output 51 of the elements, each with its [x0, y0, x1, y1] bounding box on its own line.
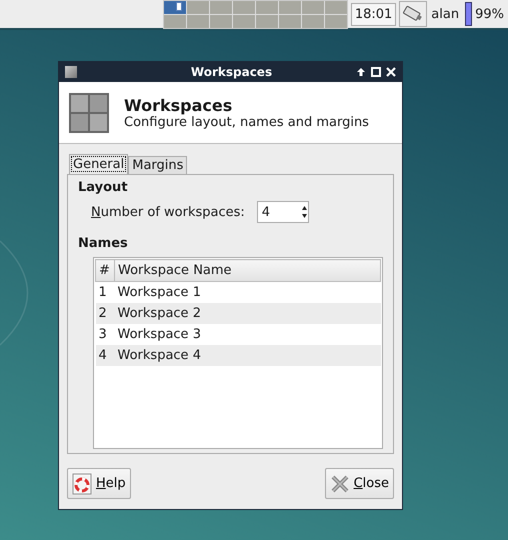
spin-field[interactable]: 4 [256, 201, 309, 223]
close-button[interactable]: Close [324, 468, 394, 499]
window-menu-icon[interactable] [65, 66, 77, 78]
table-cell: Workspace 4 [114, 345, 380, 366]
battery-meter [465, 2, 472, 26]
workspace-cell[interactable] [186, 0, 209, 14]
workspace-cell[interactable] [210, 0, 232, 14]
clock[interactable]: 18:01 [350, 2, 396, 26]
table-cell: 3 [96, 324, 114, 345]
workspace-cell[interactable] [278, 0, 301, 14]
header-subtitle: Configure layout, names and margins [124, 114, 369, 130]
network-icon[interactable] [399, 1, 428, 27]
workspaces-icon [68, 92, 110, 134]
table-cell: 2 [96, 303, 114, 324]
workspace-cell[interactable] [232, 0, 255, 14]
column-header[interactable]: # [96, 260, 114, 282]
help-button[interactable]: Help [67, 468, 131, 499]
table-cell: Workspace 3 [114, 324, 380, 345]
workspace-cell[interactable] [302, 0, 324, 14]
close-icon [330, 474, 350, 494]
workspace-cell[interactable] [256, 14, 278, 28]
header-title: Workspaces [124, 96, 234, 114]
battery-percentage: 99% [475, 6, 504, 22]
workspace-cell[interactable] [164, 0, 186, 14]
workspace-cell[interactable] [232, 14, 255, 28]
workspace-cell[interactable] [324, 14, 347, 28]
table-cell: Workspace 2 [114, 303, 380, 324]
close-icon[interactable] [386, 67, 396, 77]
workspace-cell[interactable] [164, 14, 186, 28]
table-cell: 1 [96, 282, 114, 303]
table-cell: 4 [96, 345, 114, 366]
column-header[interactable]: Workspace Name [114, 260, 380, 282]
up-arrow-icon[interactable] [302, 206, 307, 210]
section-heading: Names [78, 236, 129, 251]
workspace-cell[interactable] [302, 14, 324, 28]
field-label: Number of workspaces: [91, 204, 245, 220]
section-heading: Layout [78, 180, 129, 195]
window-title: Workspaces [190, 65, 274, 79]
workspace-cell[interactable] [256, 0, 278, 14]
workspace-cell[interactable] [278, 14, 301, 28]
down-arrow-icon[interactable] [302, 214, 307, 218]
workspace-cell[interactable] [324, 0, 347, 14]
workspace-cell[interactable] [210, 14, 232, 28]
tab[interactable]: General [69, 154, 128, 174]
shade-icon[interactable] [356, 67, 366, 77]
lifebuoy-icon [72, 472, 92, 494]
maximize-icon[interactable] [371, 67, 381, 77]
workspace-cell[interactable] [186, 14, 209, 28]
tab[interactable]: Margins [128, 156, 188, 174]
table-cell: Workspace 1 [114, 282, 380, 303]
user-name[interactable]: alan [431, 6, 460, 22]
